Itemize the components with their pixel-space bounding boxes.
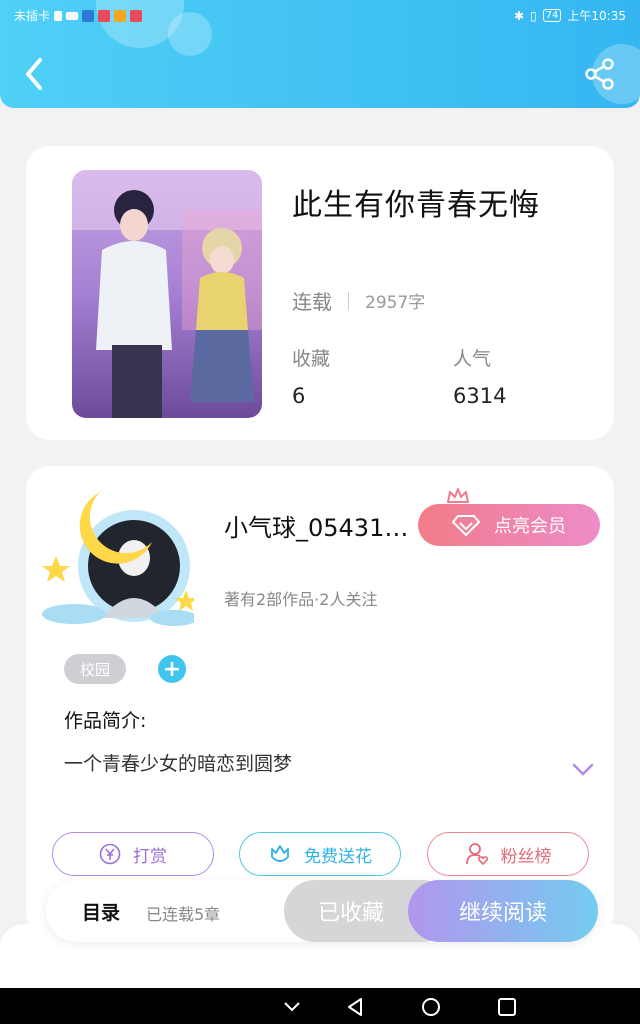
carrier-text: 未插卡 [14,9,51,23]
app-notify-icon [82,9,95,22]
tip-button-label: 打赏 [133,846,167,867]
intro-text: 一个青春少女的暗恋到圆梦 [64,753,293,775]
genre-tag[interactable]: 校园 [64,654,126,684]
chapter-count: 已连载5章 [146,905,221,924]
collected-label: 已收藏 [317,901,384,926]
nav-home-icon[interactable] [420,996,442,1018]
toc-button[interactable]: 目录 [82,898,120,925]
bottom-action-bar: 目录 已连载5章 已收藏 继续阅读 [46,880,598,942]
time-text: 上午10:35 [567,9,626,23]
back-button[interactable] [20,56,52,92]
vip-button[interactable]: 点亮会员 [418,504,600,546]
sim-icon [54,10,63,21]
tip-button[interactable]: 打赏 [52,832,214,876]
word-count: 2957字 [365,293,426,313]
bluetooth-icon: ✱ [514,8,525,23]
system-nav-bar [0,988,640,1024]
book-title: 此生有你青春无悔 [292,188,540,223]
app-notify-icon [98,9,111,22]
author-avatar[interactable] [34,478,198,628]
continue-reading-button[interactable]: 继续阅读 [408,880,598,942]
flower-icon [271,845,289,862]
battery-icon: 74 [542,9,562,22]
vip-button-label: 点亮会员 [494,516,566,537]
book-info-card: 此生有你青春无悔 连载 2957字 收藏 6 人气 6314 [26,146,614,440]
fans-rank-label: 粉丝榜 [500,846,552,867]
author-name[interactable]: 小气球_05431… [224,508,408,543]
user-heart-icon [465,843,488,866]
chevron-down-icon [572,763,594,776]
status-bar: 未插卡 ✱ ▯ 74 上午10:35 [0,4,640,26]
yen-coin-icon [99,843,121,865]
share-icon [585,58,614,90]
nav-back-icon[interactable] [344,996,366,1018]
author-meta: 著有2部作品·2人关注 [224,590,378,609]
serial-status: 连载 [292,290,332,314]
nav-recents-icon[interactable] [496,996,518,1018]
send-flower-label: 免费送花 [304,846,372,867]
app-notify-icon [114,9,127,22]
book-cover-image[interactable] [72,170,262,418]
wifi-icon [66,11,79,20]
chevron-left-icon [26,58,42,90]
book-status-row: 连载 2957字 [292,286,425,315]
diamond-icon [452,515,480,536]
popularity-label: 人气 [453,348,492,370]
divider [348,291,349,310]
nav-hide-icon[interactable] [282,998,302,1014]
vibrate-icon: ▯ [530,8,537,23]
send-flower-button[interactable]: 免费送花 [239,832,401,876]
author-card: 小气球_05431… 点亮会员 著有2部作品·2人关注 校园 + 作品简介: 一… [26,466,614,936]
fans-rank-button[interactable]: 粉丝榜 [427,832,589,876]
add-tag-button[interactable]: + [158,655,186,683]
intro-title: 作品简介: [64,710,147,732]
continue-reading-label: 继续阅读 [458,901,547,926]
share-button[interactable] [584,58,616,90]
popularity-value: 6314 [453,384,507,408]
favorites-value: 6 [292,384,306,408]
expand-button[interactable] [572,762,594,781]
favorites-label: 收藏 [292,348,331,370]
app-notify-icon [130,9,143,22]
top-header: 未插卡 ✱ ▯ 74 上午10:35 [0,0,640,108]
